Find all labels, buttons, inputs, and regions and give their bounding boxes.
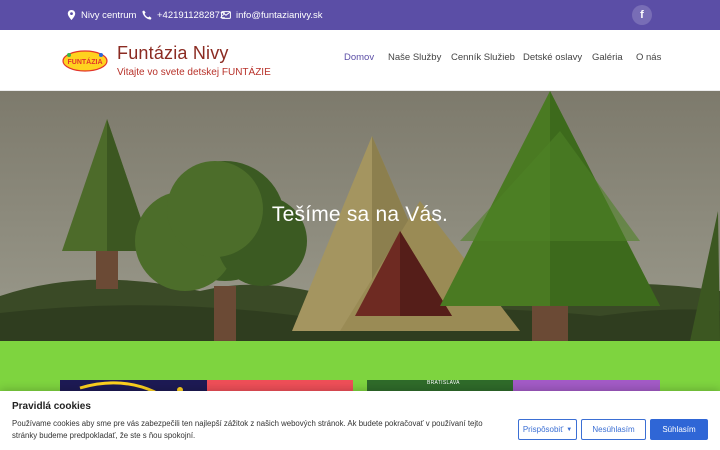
site-logo[interactable]: FUNTÁZIA <box>62 49 108 73</box>
facebook-icon[interactable]: f <box>632 5 652 25</box>
nav-item-nase-sluzby[interactable]: Naše Služby <box>388 52 441 63</box>
nav-item-domov[interactable]: Domov <box>344 52 374 63</box>
card-tag: BRATISLAVA <box>427 380 460 386</box>
reject-button[interactable]: Nesúhlasím <box>581 419 646 440</box>
envelope-icon <box>221 10 231 20</box>
topbar-location: Nivy centrum <box>66 0 136 30</box>
nav-item-o-nas[interactable]: O nás <box>636 52 661 63</box>
cookie-text: Používame cookies aby sme pre vás zabezp… <box>12 419 483 440</box>
location-text: Nivy centrum <box>81 9 137 21</box>
map-pin-icon <box>66 10 76 20</box>
site-header: FUNTÁZIA Funtázia Nivy Vitajte vo svete … <box>0 30 720 91</box>
customize-button[interactable]: Prispôsobiť ▼ <box>518 419 577 440</box>
phone-icon <box>142 10 152 20</box>
hero-banner: Tešíme sa na Vás. <box>0 91 720 341</box>
email-text[interactable]: info@funtazianivy.sk <box>236 10 323 21</box>
topbar-phone[interactable]: +421911282872 <box>142 0 225 30</box>
caret-down-icon: ▼ <box>566 426 573 433</box>
logo-text: FUNTÁZIA <box>68 57 103 66</box>
nav-item-detske-oslavy[interactable]: Detské oslavy <box>523 52 582 63</box>
nav-item-cennik-sluzieb[interactable]: Cenník Služieb <box>451 52 515 63</box>
site-title[interactable]: Funtázia Nivy <box>117 43 229 64</box>
customize-label: Prispôsobiť <box>522 425 564 434</box>
hero-headline: Tešíme sa na Vás. <box>271 203 449 226</box>
cookie-banner: Pravidlá cookies Používame cookies aby s… <box>0 391 720 450</box>
nav-item-galeria[interactable]: Galéria <box>592 52 623 63</box>
topbar: Nivy centrum +421911282872 info@funtazia… <box>0 0 720 30</box>
topbar-email[interactable]: info@funtazianivy.sk <box>221 0 323 30</box>
cookie-title: Pravidlá cookies <box>12 401 91 412</box>
site-subtitle: Vitajte vo svete detskej FUNTÁZIE <box>117 67 271 78</box>
accept-button[interactable]: Súhlasím <box>650 419 708 440</box>
phone-text[interactable]: +421911282872 <box>157 10 225 21</box>
